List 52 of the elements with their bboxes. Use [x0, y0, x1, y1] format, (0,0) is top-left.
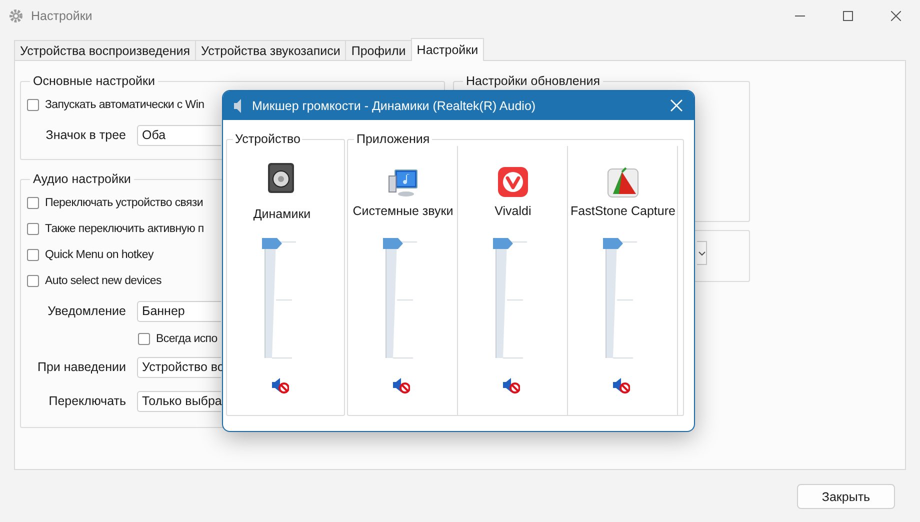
muted-speaker-icon[interactable]	[271, 376, 289, 394]
group-title: Аудио настройки	[32, 172, 132, 186]
speaker-icon	[232, 98, 244, 114]
checkbox[interactable]	[138, 333, 150, 345]
slider-thumb[interactable]	[602, 238, 623, 249]
window-title: Микшер громкости - Динамики (Realtek(R) Audio)	[252, 98, 536, 112]
checkbox[interactable]	[27, 99, 39, 111]
checkbox[interactable]	[27, 223, 39, 235]
chevron-icon	[698, 250, 706, 256]
dropdown-field[interactable]: Только выбра	[137, 390, 221, 412]
slider-thumb[interactable]	[492, 238, 513, 249]
close-icon	[891, 11, 901, 21]
channel-name: Vivaldi	[494, 204, 532, 218]
checkbox[interactable]	[27, 197, 39, 209]
checkbox-label: Всегда испо	[156, 333, 218, 345]
tab[interactable]: Устройства звукозаписи	[195, 40, 346, 60]
dropdown-field[interactable]	[697, 241, 707, 265]
channel-name: Системные звуки	[352, 204, 454, 218]
slider-thumb[interactable]	[262, 238, 282, 249]
window-title: Настройки	[31, 9, 92, 23]
field-label: При наведении	[36, 360, 126, 374]
checkbox[interactable]	[27, 275, 39, 287]
close-button[interactable]: Закрыть	[797, 484, 895, 509]
slider-thumb[interactable]	[382, 238, 403, 249]
dropdown-field[interactable]: Оба	[137, 124, 221, 146]
group-title: Настройки обновления	[465, 74, 601, 88]
v-logo-icon	[496, 166, 529, 198]
muted-speaker-icon[interactable]	[502, 376, 520, 394]
channel-name: FastStone Capture	[570, 204, 676, 218]
checkbox-label: Также переключить активную п	[45, 223, 204, 235]
dropdown-field[interactable]: Баннер	[137, 300, 221, 322]
checkbox[interactable]	[27, 249, 39, 261]
tab[interactable]: Профили	[345, 40, 412, 60]
group-title: Основные настройки	[32, 74, 156, 88]
muted-speaker-icon[interactable]	[612, 376, 630, 394]
close-icon	[670, 99, 682, 112]
wedge-logo-icon	[606, 166, 639, 198]
tab[interactable]: Устройства воспроизведения	[14, 40, 196, 60]
field-label: Переключать	[48, 394, 126, 408]
muted-speaker-icon[interactable]	[392, 376, 410, 394]
group-title: Устройство	[234, 132, 302, 146]
channel-name: Динамики	[253, 207, 311, 221]
group-title: Приложения	[355, 132, 431, 146]
maximize-icon	[843, 11, 853, 21]
tab[interactable]: Настройки	[410, 38, 484, 61]
field-label: Значок в трее	[44, 128, 126, 142]
checkbox-label: Auto select new devices	[45, 275, 162, 287]
field-label: Уведомление	[46, 304, 126, 318]
checkbox-label: Quick Menu on hotkey	[45, 249, 154, 261]
checkbox-label: Запускать автоматически с Win	[45, 99, 204, 111]
gear-icon	[8, 8, 24, 24]
checkbox-label: Переключать устройство связи	[45, 197, 203, 209]
